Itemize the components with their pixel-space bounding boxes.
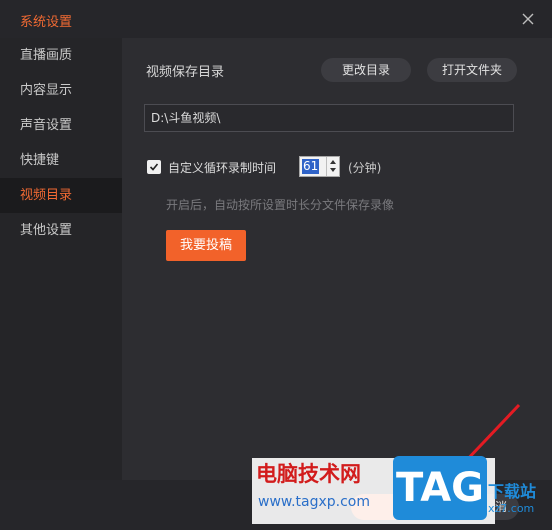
watermark-tag-url: xz7.com bbox=[488, 502, 535, 515]
open-folder-button[interactable]: 打开文件夹 bbox=[427, 58, 517, 82]
loop-minutes-stepper[interactable]: 61 bbox=[299, 156, 340, 177]
save-path-field[interactable]: D:\斗鱼视频\ bbox=[144, 104, 514, 132]
save-dir-label: 视频保存目录 bbox=[146, 65, 225, 80]
stepper-arrows[interactable] bbox=[326, 157, 339, 176]
watermark-tag-logo: TAG bbox=[393, 456, 487, 520]
sidebar-item-other-settings[interactable]: 其他设置 bbox=[0, 213, 122, 248]
change-directory-button[interactable]: 更改目录 bbox=[321, 58, 411, 82]
loop-minutes-value[interactable]: 61 bbox=[302, 159, 320, 174]
custom-loop-label[interactable]: 自定义循环录制时间 bbox=[168, 159, 276, 176]
sidebar-item-sound-settings[interactable]: 声音设置 bbox=[0, 108, 122, 143]
sidebar-item-content-display[interactable]: 内容显示 bbox=[0, 73, 122, 108]
sidebar: 直播画质 内容显示 声音设置 快捷键 视频目录 其他设置 bbox=[0, 38, 122, 480]
submit-video-button[interactable]: 我要投稿 bbox=[166, 230, 246, 261]
watermark-url: www.tagxp.com bbox=[258, 494, 370, 510]
sidebar-item-video-directory[interactable]: 视频目录 bbox=[0, 178, 122, 213]
settings-panel: 视频保存目录 更改目录 打开文件夹 D:\斗鱼视频\ 自定义循环录制时间 61 … bbox=[122, 38, 552, 480]
minutes-unit-label: (分钟) bbox=[348, 161, 382, 175]
check-icon bbox=[149, 163, 159, 171]
sidebar-item-shortcuts[interactable]: 快捷键 bbox=[0, 143, 122, 178]
watermark-site-name: 电脑技术网 bbox=[256, 462, 361, 486]
close-icon[interactable] bbox=[518, 9, 538, 29]
watermark-tag-sub: 下载站 bbox=[488, 482, 537, 501]
title-bar: 系统设置 bbox=[0, 0, 552, 38]
window-title: 系统设置 bbox=[20, 15, 73, 30]
loop-hint-text: 开启后，自动按所设置时长分文件保存录像 bbox=[166, 198, 395, 212]
custom-loop-checkbox[interactable] bbox=[147, 160, 161, 174]
stepper-up-icon[interactable] bbox=[330, 160, 336, 164]
stepper-down-icon[interactable] bbox=[330, 168, 336, 172]
sidebar-item-video-quality[interactable]: 直播画质 bbox=[0, 38, 122, 73]
